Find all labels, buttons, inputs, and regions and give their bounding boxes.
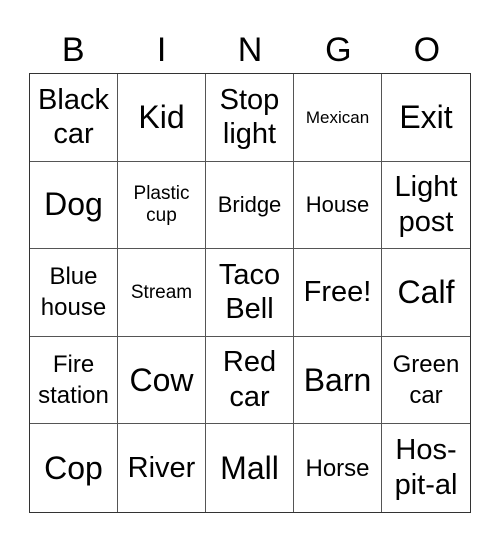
bingo-cell[interactable]: Kid <box>118 74 206 162</box>
bingo-cell[interactable]: Green car <box>382 337 470 425</box>
bingo-cell[interactable]: Mall <box>206 424 294 512</box>
bingo-cell[interactable]: Bridge <box>206 161 294 250</box>
free-space-cell[interactable]: Free! <box>294 249 382 337</box>
bingo-cell[interactable]: River <box>118 424 206 512</box>
bingo-cell[interactable]: Plastic cup <box>118 161 206 250</box>
bingo-cell[interactable]: Stop light <box>206 74 294 162</box>
header-letter-g: G <box>325 31 352 69</box>
bingo-header: B I N G O <box>29 28 471 72</box>
bingo-cell[interactable]: Blue house <box>30 249 118 337</box>
bingo-cell[interactable]: Hos-pit-al <box>382 424 470 512</box>
bingo-cell[interactable]: Exit <box>382 74 470 162</box>
header-letter-i: I <box>156 31 167 69</box>
bingo-cell[interactable]: Light post <box>382 162 470 250</box>
bingo-cell[interactable]: Stream <box>118 249 206 337</box>
bingo-cell[interactable]: House <box>294 161 382 250</box>
bingo-cell[interactable]: Horse <box>294 424 382 512</box>
header-letter-o: O <box>413 31 441 69</box>
bingo-cell[interactable]: Fire station <box>30 336 118 425</box>
bingo-cell[interactable]: Cow <box>118 336 206 425</box>
bingo-grid: Black car Kid Stop light Mexican Exit Do… <box>29 73 471 513</box>
bingo-cell[interactable]: Cop <box>30 424 118 512</box>
bingo-cell[interactable]: Dog <box>30 161 118 250</box>
bingo-cell[interactable]: Barn <box>294 336 382 425</box>
header-letter-n: N <box>237 31 263 69</box>
bingo-cell[interactable]: Black car <box>30 74 118 162</box>
bingo-cell[interactable]: Red car <box>206 336 294 425</box>
bingo-cell[interactable]: Mexican <box>294 74 382 162</box>
bingo-cell[interactable]: Calf <box>382 249 470 337</box>
bingo-cell[interactable]: Taco Bell <box>206 249 294 337</box>
header-letter-b: B <box>61 31 85 69</box>
